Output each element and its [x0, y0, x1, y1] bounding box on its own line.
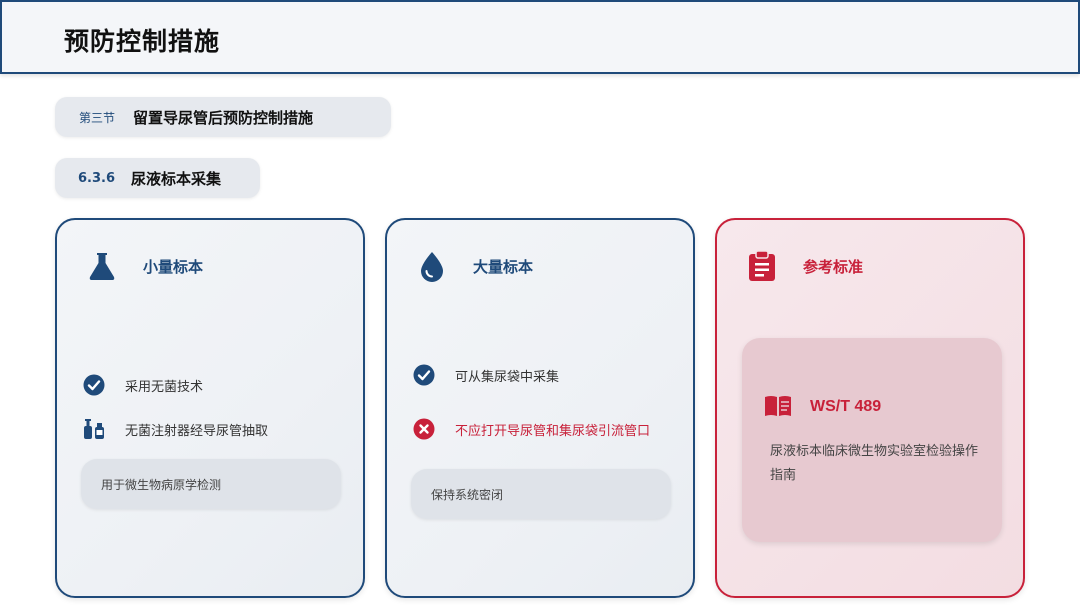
page-title: 预防控制措施 — [64, 27, 221, 56]
card-small-sample: 小量标本 采用无菌技术 无菌注射器经导尿管抽取 用于微生物病原学检测 — [55, 218, 365, 598]
card-title: 大量标本 — [473, 258, 534, 276]
flask-icon — [89, 253, 115, 280]
check-circle-icon — [413, 364, 435, 386]
card-reference-standard: 参考标准 WS/T 489 尿液标本临床微生物实验室检验操作指南 — [715, 218, 1025, 598]
reference-code: WS/T 489 — [810, 398, 882, 415]
x-circle-icon — [413, 418, 435, 440]
syringe-icon — [84, 419, 104, 439]
card-large-sample: 大量标本 可从集尿袋中采集 不应打开导尿管和集尿袋引流管口 保持系统密闭 — [385, 218, 695, 598]
slide: 预防控制措施 第三节 留置导尿管后预防控制措施 6.3.6 尿液标本采集 小量标… — [0, 0, 1080, 608]
card-note: 保持系统密闭 — [411, 469, 671, 519]
droplet-icon — [421, 252, 443, 282]
header-bar: 预防控制措施 — [0, 0, 1080, 74]
card-title: 小量标本 — [143, 258, 204, 276]
item-text: 无菌注射器经导尿管抽取 — [125, 423, 269, 439]
card-note: 用于微生物病原学检测 — [81, 459, 341, 509]
section-tag: 第三节 — [79, 110, 116, 125]
book-icon — [765, 396, 791, 416]
item-text-warning: 不应打开导尿管和集尿袋引流管口 — [455, 423, 651, 439]
item-text: 采用无菌技术 — [125, 379, 204, 395]
list-item: 可从集尿袋中采集 — [413, 364, 559, 386]
section-pill: 第三节 留置导尿管后预防控制措施 — [55, 97, 391, 137]
reference-box: WS/T 489 尿液标本临床微生物实验室检验操作指南 — [742, 338, 1002, 542]
list-item: 采用无菌技术 — [83, 374, 203, 396]
check-circle-icon — [83, 374, 105, 396]
clipboard-icon — [749, 250, 775, 281]
item-text: 可从集尿袋中采集 — [455, 369, 560, 385]
list-item: 不应打开导尿管和集尿袋引流管口 — [413, 418, 650, 440]
list-item: 无菌注射器经导尿管抽取 — [83, 418, 268, 440]
subsection-pill: 6.3.6 尿液标本采集 — [55, 158, 260, 198]
card-title: 参考标准 — [803, 258, 864, 276]
subsection-tag: 6.3.6 — [78, 170, 116, 186]
reference-description: 尿液标本临床微生物实验室检验操作指南 — [770, 444, 979, 483]
section-title: 留置导尿管后预防控制措施 — [133, 108, 314, 127]
subsection-title: 尿液标本采集 — [131, 169, 222, 188]
